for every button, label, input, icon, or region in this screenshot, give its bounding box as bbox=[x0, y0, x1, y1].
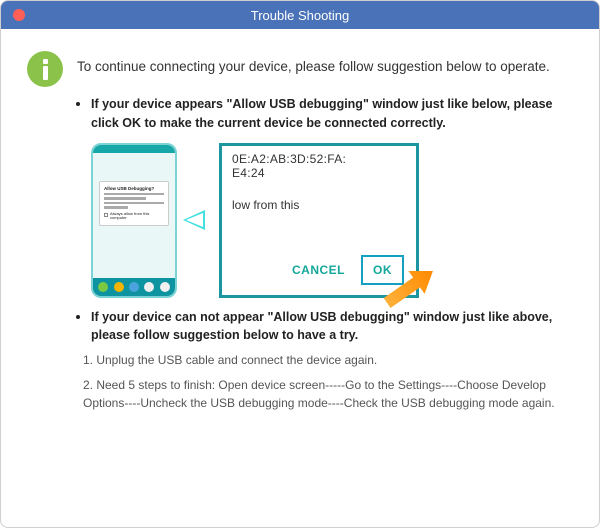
usb-dialog-zoom: 0E:A2:AB:3D:52:FA: E4:24 low from this C… bbox=[219, 143, 419, 298]
phone-statusbar bbox=[93, 145, 175, 153]
phone-dialog-title: Allow USB Debugging? bbox=[104, 186, 164, 191]
suggestion-2-title: If your device can not appear "Allow USB… bbox=[91, 308, 573, 346]
titlebar: Trouble Shooting bbox=[1, 1, 599, 29]
phone-mockup: Allow USB Debugging? Always allow from t… bbox=[91, 143, 177, 298]
close-icon[interactable] bbox=[13, 9, 25, 21]
dialog-buttons: CANCEL OK bbox=[292, 255, 404, 285]
intro-text: To continue connecting your device, plea… bbox=[77, 59, 550, 74]
troubleshooting-window: Trouble Shooting To continue connecting … bbox=[0, 0, 600, 528]
step-1: 1. Unplug the USB cable and connect the … bbox=[83, 351, 573, 370]
usb-debug-illustration: Allow USB Debugging? Always allow from t… bbox=[91, 143, 573, 298]
suggestion-1-title: If your device appears "Allow USB debugg… bbox=[91, 95, 573, 133]
content-area: To continue connecting your device, plea… bbox=[1, 29, 599, 433]
phone-navbar bbox=[93, 278, 175, 296]
step-2: 2. Need 5 steps to finish: Open device s… bbox=[83, 376, 573, 413]
callout-arrow-icon bbox=[183, 210, 205, 230]
intro-row: To continue connecting your device, plea… bbox=[27, 51, 573, 87]
phone-dialog-checkbox-label: Always allow from this computer bbox=[110, 212, 164, 222]
rsa-fingerprint-line2: E4:24 bbox=[232, 166, 406, 180]
suggestion-list: If your device appears "Allow USB debugg… bbox=[27, 95, 573, 413]
dialog-fragment-text: low from this bbox=[232, 198, 406, 212]
rsa-fingerprint-line1: 0E:A2:AB:3D:52:FA: bbox=[232, 152, 406, 166]
phone-dialog-checkbox bbox=[104, 213, 108, 217]
phone-dialog: Allow USB Debugging? Always allow from t… bbox=[99, 181, 169, 227]
window-title: Trouble Shooting bbox=[1, 8, 599, 23]
suggestion-1: If your device appears "Allow USB debugg… bbox=[91, 95, 573, 298]
suggestion-2: If your device can not appear "Allow USB… bbox=[91, 308, 573, 413]
cancel-button[interactable]: CANCEL bbox=[292, 263, 345, 277]
info-icon bbox=[27, 51, 63, 87]
